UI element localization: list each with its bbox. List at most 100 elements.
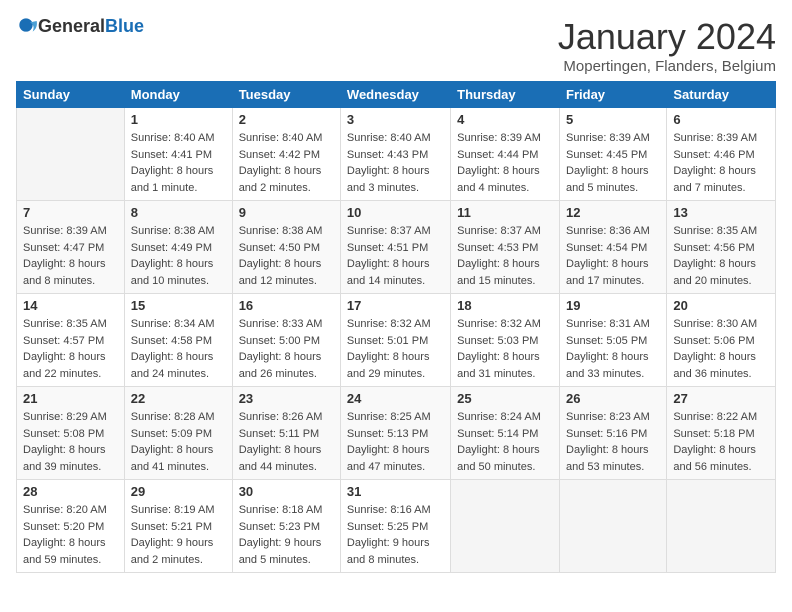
calendar-cell: 25Sunrise: 8:24 AM Sunset: 5:14 PM Dayli… bbox=[451, 387, 560, 480]
calendar-cell: 15 Sunrise: 8:34 AM Sunset: 4:58 PM Dayli… bbox=[124, 294, 232, 387]
calendar-cell: 10 Sunrise: 8:37 AM Sunset: 4:51 PM Dayli… bbox=[340, 201, 450, 294]
calendar-cell: 4Sunrise: 8:39 AM Sunset: 4:44 PM Daylig… bbox=[451, 108, 560, 201]
day-number: 23 bbox=[239, 391, 334, 406]
calendar-cell: 13 Sunrise: 8:35 AM Sunset: 4:56 PM Dayli… bbox=[667, 201, 776, 294]
logo-text-general: General bbox=[38, 16, 105, 36]
calendar-cell: 12 Sunrise: 8:36 AM Sunset: 4:54 PM Dayli… bbox=[560, 201, 667, 294]
calendar-cell: 30Sunrise: 8:18 AM Sunset: 5:23 PM Dayli… bbox=[232, 480, 340, 573]
day-info: Sunrise: 8:30 AM Sunset: 5:06 PM Dayligh… bbox=[673, 316, 769, 382]
header-day-tuesday: Tuesday bbox=[232, 82, 340, 108]
day-info: Sunrise: 8:25 AM Sunset: 5:13 PM Dayligh… bbox=[347, 409, 444, 475]
day-info: Sunrise: 8:40 AM Sunset: 4:41 PM Dayligh… bbox=[131, 130, 226, 196]
day-number: 28 bbox=[23, 484, 118, 499]
calendar-cell bbox=[560, 480, 667, 573]
calendar-cell: 6 Sunrise: 8:39 AM Sunset: 4:46 PM Daylig… bbox=[667, 108, 776, 201]
calendar-cell: 11Sunrise: 8:37 AM Sunset: 4:53 PM Dayli… bbox=[451, 201, 560, 294]
week-row-4: 21Sunrise: 8:29 AM Sunset: 5:08 PM Dayli… bbox=[17, 387, 776, 480]
day-number: 17 bbox=[347, 298, 444, 313]
calendar-cell: 26 Sunrise: 8:23 AM Sunset: 5:16 PM Dayli… bbox=[560, 387, 667, 480]
day-info: Sunrise: 8:32 AM Sunset: 5:03 PM Dayligh… bbox=[457, 316, 553, 382]
week-row-2: 7 Sunrise: 8:39 AM Sunset: 4:47 PM Daylig… bbox=[17, 201, 776, 294]
day-info: Sunrise: 8:22 AM Sunset: 5:18 PM Dayligh… bbox=[673, 409, 769, 475]
day-number: 20 bbox=[673, 298, 769, 313]
day-number: 1 bbox=[131, 112, 226, 127]
day-number: 24 bbox=[347, 391, 444, 406]
day-number: 26 bbox=[566, 391, 660, 406]
calendar-cell: 29 Sunrise: 8:19 AM Sunset: 5:21 PM Dayli… bbox=[124, 480, 232, 573]
calendar-cell: 18 Sunrise: 8:32 AM Sunset: 5:03 PM Dayli… bbox=[451, 294, 560, 387]
day-number: 10 bbox=[347, 205, 444, 220]
day-info: Sunrise: 8:33 AM Sunset: 5:00 PM Dayligh… bbox=[239, 316, 334, 382]
day-number: 3 bbox=[347, 112, 444, 127]
day-info: Sunrise: 8:16 AM Sunset: 5:25 PM Dayligh… bbox=[347, 502, 444, 568]
day-number: 2 bbox=[239, 112, 334, 127]
day-info: Sunrise: 8:29 AM Sunset: 5:08 PM Dayligh… bbox=[23, 409, 118, 475]
calendar-cell: 14 Sunrise: 8:35 AM Sunset: 4:57 PM Dayli… bbox=[17, 294, 125, 387]
calendar-cell: 8Sunrise: 8:38 AM Sunset: 4:49 PM Daylig… bbox=[124, 201, 232, 294]
day-number: 7 bbox=[23, 205, 118, 220]
header-day-thursday: Thursday bbox=[451, 82, 560, 108]
day-info: Sunrise: 8:39 AM Sunset: 4:46 PM Dayligh… bbox=[673, 130, 769, 196]
day-info: Sunrise: 8:40 AM Sunset: 4:42 PM Dayligh… bbox=[239, 130, 334, 196]
day-number: 29 bbox=[131, 484, 226, 499]
day-info: Sunrise: 8:36 AM Sunset: 4:54 PM Dayligh… bbox=[566, 223, 660, 289]
logo: GeneralBlue bbox=[16, 16, 144, 37]
location-title: Mopertingen, Flanders, Belgium bbox=[558, 58, 776, 75]
week-row-3: 14 Sunrise: 8:35 AM Sunset: 4:57 PM Dayli… bbox=[17, 294, 776, 387]
day-info: Sunrise: 8:23 AM Sunset: 5:16 PM Dayligh… bbox=[566, 409, 660, 475]
day-info: Sunrise: 8:37 AM Sunset: 4:53 PM Dayligh… bbox=[457, 223, 553, 289]
calendar-cell: 28Sunrise: 8:20 AM Sunset: 5:20 PM Dayli… bbox=[17, 480, 125, 573]
calendar-cell bbox=[667, 480, 776, 573]
calendar-cell: 7 Sunrise: 8:39 AM Sunset: 4:47 PM Daylig… bbox=[17, 201, 125, 294]
calendar-cell: 27 Sunrise: 8:22 AM Sunset: 5:18 PM Dayli… bbox=[667, 387, 776, 480]
day-number: 18 bbox=[457, 298, 553, 313]
header: GeneralBlue January 2024 Mopertingen, Fl… bbox=[16, 16, 776, 75]
header-day-friday: Friday bbox=[560, 82, 667, 108]
logo-icon bbox=[18, 17, 38, 37]
day-number: 12 bbox=[566, 205, 660, 220]
day-info: Sunrise: 8:28 AM Sunset: 5:09 PM Dayligh… bbox=[131, 409, 226, 475]
day-number: 5 bbox=[566, 112, 660, 127]
logo-text-blue: Blue bbox=[105, 16, 144, 36]
calendar-cell: 21Sunrise: 8:29 AM Sunset: 5:08 PM Dayli… bbox=[17, 387, 125, 480]
day-info: Sunrise: 8:34 AM Sunset: 4:58 PM Dayligh… bbox=[131, 316, 226, 382]
day-number: 27 bbox=[673, 391, 769, 406]
day-number: 8 bbox=[131, 205, 226, 220]
day-number: 31 bbox=[347, 484, 444, 499]
day-info: Sunrise: 8:37 AM Sunset: 4:51 PM Dayligh… bbox=[347, 223, 444, 289]
day-info: Sunrise: 8:35 AM Sunset: 4:57 PM Dayligh… bbox=[23, 316, 118, 382]
day-info: Sunrise: 8:31 AM Sunset: 5:05 PM Dayligh… bbox=[566, 316, 660, 382]
header-day-wednesday: Wednesday bbox=[340, 82, 450, 108]
week-row-1: 1 Sunrise: 8:40 AM Sunset: 4:41 PM Daylig… bbox=[17, 108, 776, 201]
day-number: 13 bbox=[673, 205, 769, 220]
calendar-cell: 31 Sunrise: 8:16 AM Sunset: 5:25 PM Dayli… bbox=[340, 480, 450, 573]
calendar-cell: 20 Sunrise: 8:30 AM Sunset: 5:06 PM Dayli… bbox=[667, 294, 776, 387]
day-number: 19 bbox=[566, 298, 660, 313]
calendar-table: SundayMondayTuesdayWednesdayThursdayFrid… bbox=[16, 81, 776, 573]
day-info: Sunrise: 8:38 AM Sunset: 4:50 PM Dayligh… bbox=[239, 223, 334, 289]
day-number: 14 bbox=[23, 298, 118, 313]
calendar-cell: 2 Sunrise: 8:40 AM Sunset: 4:42 PM Daylig… bbox=[232, 108, 340, 201]
header-row: SundayMondayTuesdayWednesdayThursdayFrid… bbox=[17, 82, 776, 108]
day-number: 15 bbox=[131, 298, 226, 313]
calendar-cell: 1 Sunrise: 8:40 AM Sunset: 4:41 PM Daylig… bbox=[124, 108, 232, 201]
day-number: 9 bbox=[239, 205, 334, 220]
calendar-cell: 5Sunrise: 8:39 AM Sunset: 4:45 PM Daylig… bbox=[560, 108, 667, 201]
day-number: 22 bbox=[131, 391, 226, 406]
day-info: Sunrise: 8:32 AM Sunset: 5:01 PM Dayligh… bbox=[347, 316, 444, 382]
day-info: Sunrise: 8:24 AM Sunset: 5:14 PM Dayligh… bbox=[457, 409, 553, 475]
calendar-cell: 22 Sunrise: 8:28 AM Sunset: 5:09 PM Dayli… bbox=[124, 387, 232, 480]
day-info: Sunrise: 8:39 AM Sunset: 4:47 PM Dayligh… bbox=[23, 223, 118, 289]
header-day-monday: Monday bbox=[124, 82, 232, 108]
day-info: Sunrise: 8:35 AM Sunset: 4:56 PM Dayligh… bbox=[673, 223, 769, 289]
day-info: Sunrise: 8:19 AM Sunset: 5:21 PM Dayligh… bbox=[131, 502, 226, 568]
calendar-cell: 3Sunrise: 8:40 AM Sunset: 4:43 PM Daylig… bbox=[340, 108, 450, 201]
header-day-saturday: Saturday bbox=[667, 82, 776, 108]
day-number: 30 bbox=[239, 484, 334, 499]
day-number: 4 bbox=[457, 112, 553, 127]
calendar-cell: 24 Sunrise: 8:25 AM Sunset: 5:13 PM Dayli… bbox=[340, 387, 450, 480]
title-area: January 2024 Mopertingen, Flanders, Belg… bbox=[558, 16, 776, 75]
day-info: Sunrise: 8:26 AM Sunset: 5:11 PM Dayligh… bbox=[239, 409, 334, 475]
day-number: 6 bbox=[673, 112, 769, 127]
week-row-5: 28Sunrise: 8:20 AM Sunset: 5:20 PM Dayli… bbox=[17, 480, 776, 573]
